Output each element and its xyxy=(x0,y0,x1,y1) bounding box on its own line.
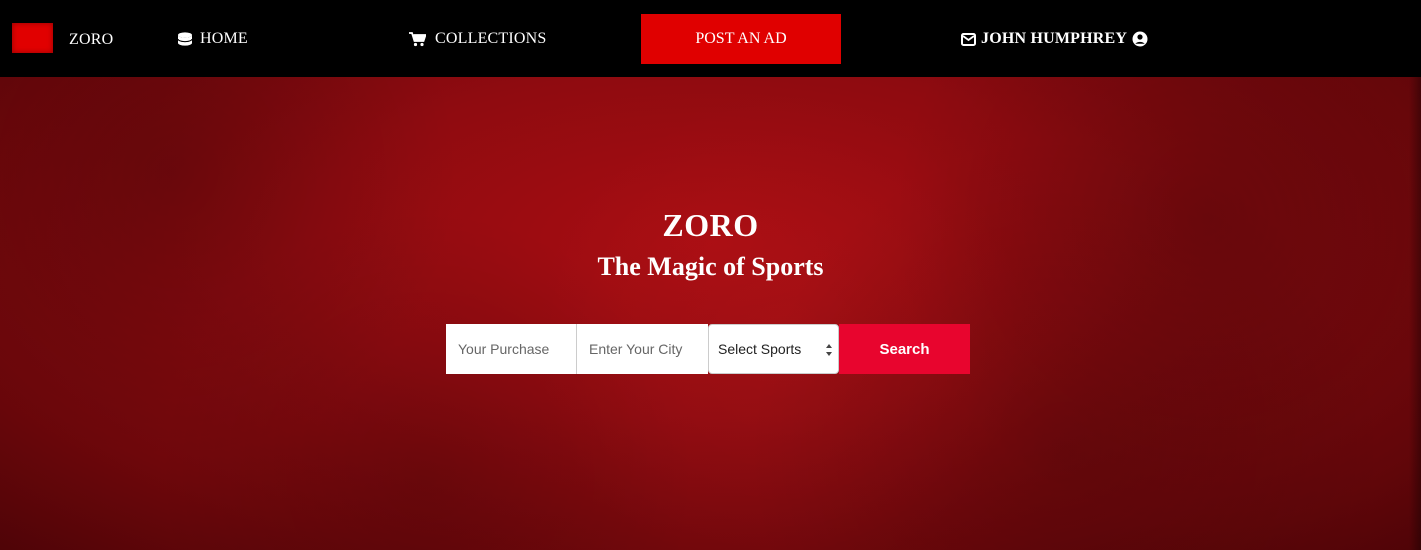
hero-title: ZORO xyxy=(662,207,759,243)
purchase-input[interactable] xyxy=(446,324,577,374)
cart-icon xyxy=(409,31,426,47)
hero-subtitle: The Magic of Sports xyxy=(597,252,824,281)
post-ad-button[interactable]: POST AN AD xyxy=(641,14,841,64)
database-icon xyxy=(177,32,193,46)
user-name: JOHN HUMPHREY xyxy=(981,30,1128,47)
nav-home-label: HOME xyxy=(200,30,248,47)
sports-select-value: Select Sports xyxy=(718,341,802,357)
city-input[interactable] xyxy=(577,324,708,374)
envelope-icon xyxy=(961,32,976,46)
select-arrows-icon xyxy=(825,342,833,358)
user-menu[interactable]: JOHN HUMPHREY xyxy=(961,30,1148,48)
nav-home-link[interactable]: HOME xyxy=(177,30,248,48)
top-navbar: ZORO HOME COLLECTIONS POST AN AD JOHN HU… xyxy=(0,0,1421,78)
nav-collections-link[interactable]: COLLECTIONS xyxy=(409,30,547,48)
nav-collections-label: COLLECTIONS xyxy=(435,30,547,47)
sports-select[interactable]: Select Sports xyxy=(708,324,839,374)
hero-banner: ZORO The Magic of Sports Select Sports S… xyxy=(0,77,1421,550)
user-circle-icon xyxy=(1132,31,1148,47)
search-button[interactable]: Search xyxy=(839,324,970,374)
brand-name[interactable]: ZORO xyxy=(69,31,113,49)
brand-logo[interactable] xyxy=(12,23,53,53)
search-form: Select Sports Search xyxy=(446,324,970,374)
